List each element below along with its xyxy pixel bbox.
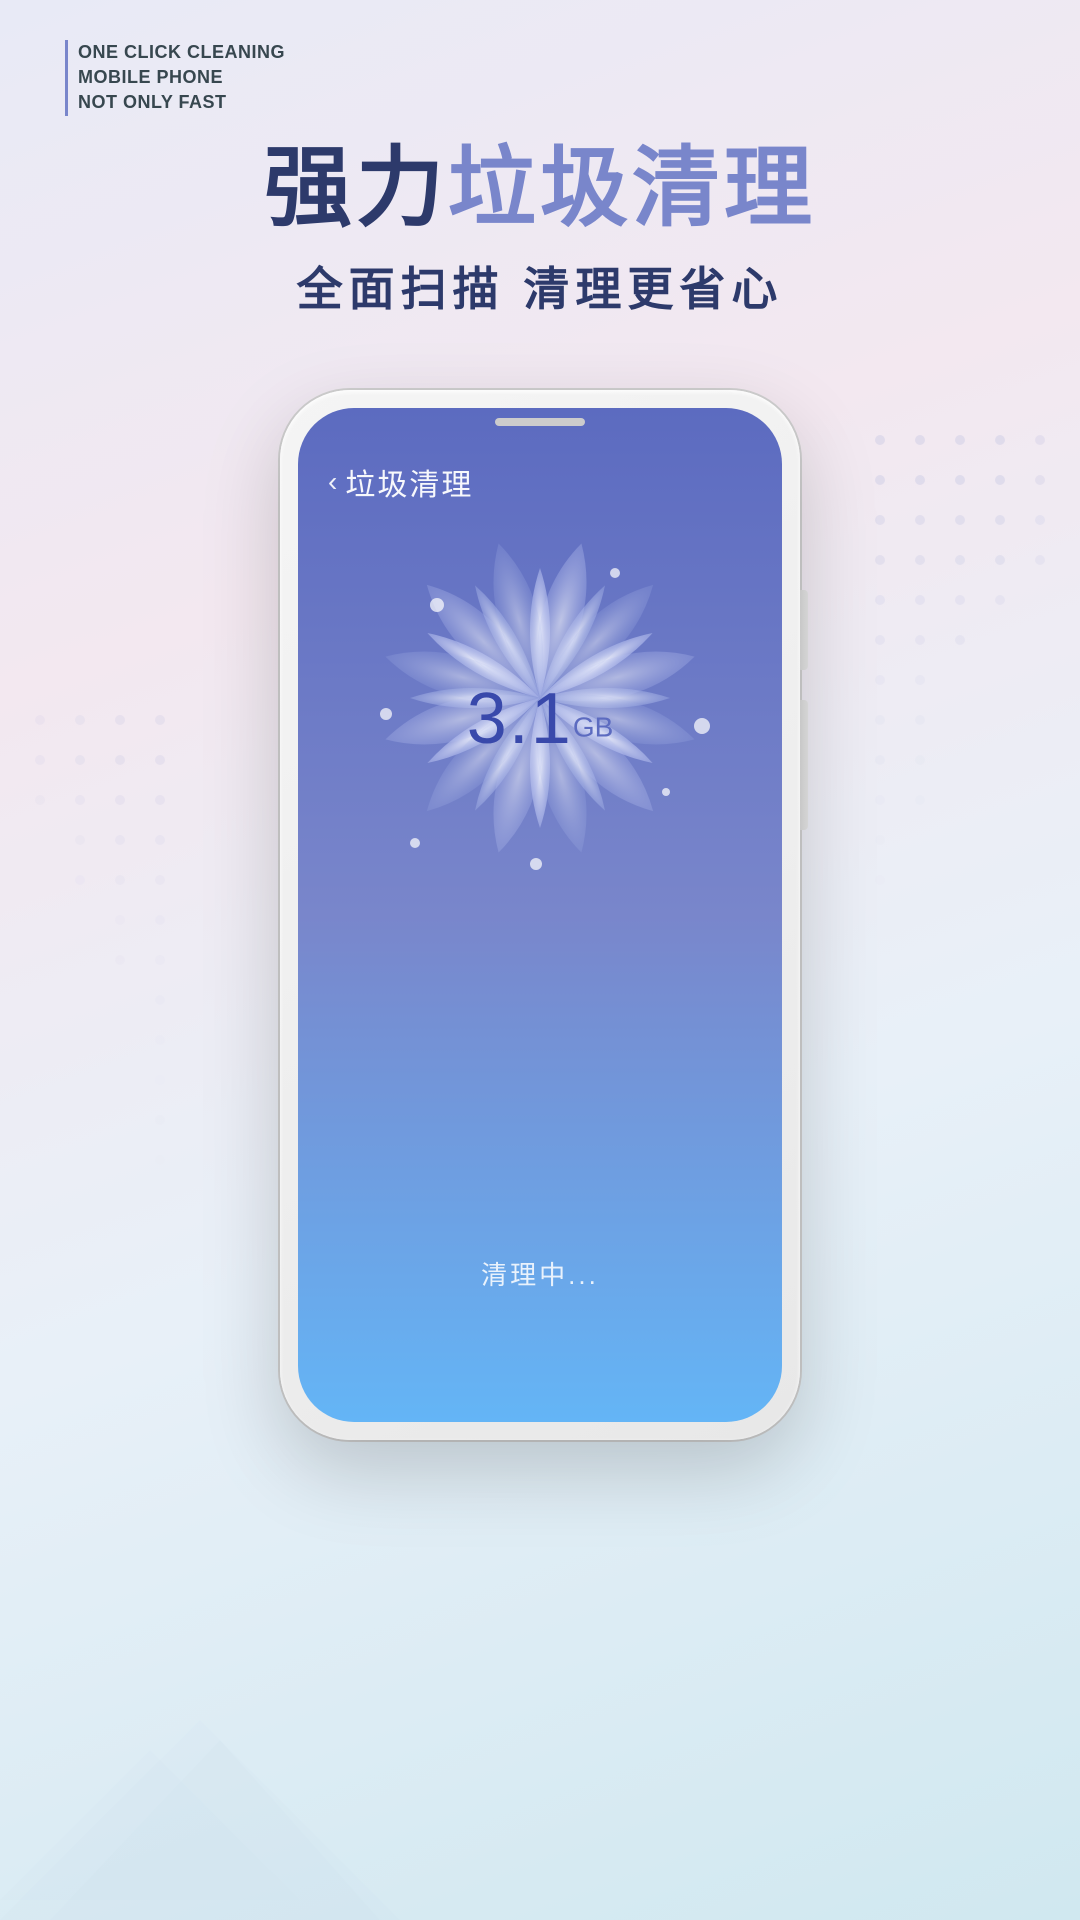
phone-speaker [495,418,585,426]
headline-part1: 强力 [264,138,448,237]
floating-dot-5 [410,838,420,848]
size-number: 3.1 [467,679,573,759]
phone-power-button [800,590,808,670]
screen-title: 垃圾清理 [345,460,473,504]
size-unit: GB [573,712,613,743]
brand-line-2: MOBILE PHONE [78,65,285,90]
floating-dot-4 [694,718,710,734]
floating-dot-2 [610,568,620,578]
floating-dot-3 [380,708,392,720]
phone-screen: ‹ 垃圾清理 [298,408,782,1422]
back-icon[interactable]: ‹ [328,466,337,498]
floating-dot-7 [662,788,670,796]
floating-dot-6 [530,858,542,870]
phone-volume-button [800,700,808,830]
headline-container: 强力垃圾清理 全面扫描 清理更省心 [0,140,1080,319]
phone-outer-shell: ‹ 垃圾清理 [280,390,800,1440]
headline-main: 强力垃圾清理 [0,140,1080,237]
brand-line-3: NOT ONLY FAST [78,90,285,115]
size-display: 3.1GB [467,678,614,760]
headline-subtitle: 全面扫描 清理更省心 [0,253,1080,319]
cleaning-status: 清理中... [481,1255,599,1292]
headline-part2: 垃圾清理 [448,138,816,237]
brand-line-1: ONE CLICK CLEANING [78,40,285,65]
phone-mockup: ‹ 垃圾清理 [280,390,800,1440]
branding-block: ONE CLICK CLEANING MOBILE PHONE NOT ONLY… [65,40,285,116]
floating-dot-1 [430,598,444,612]
